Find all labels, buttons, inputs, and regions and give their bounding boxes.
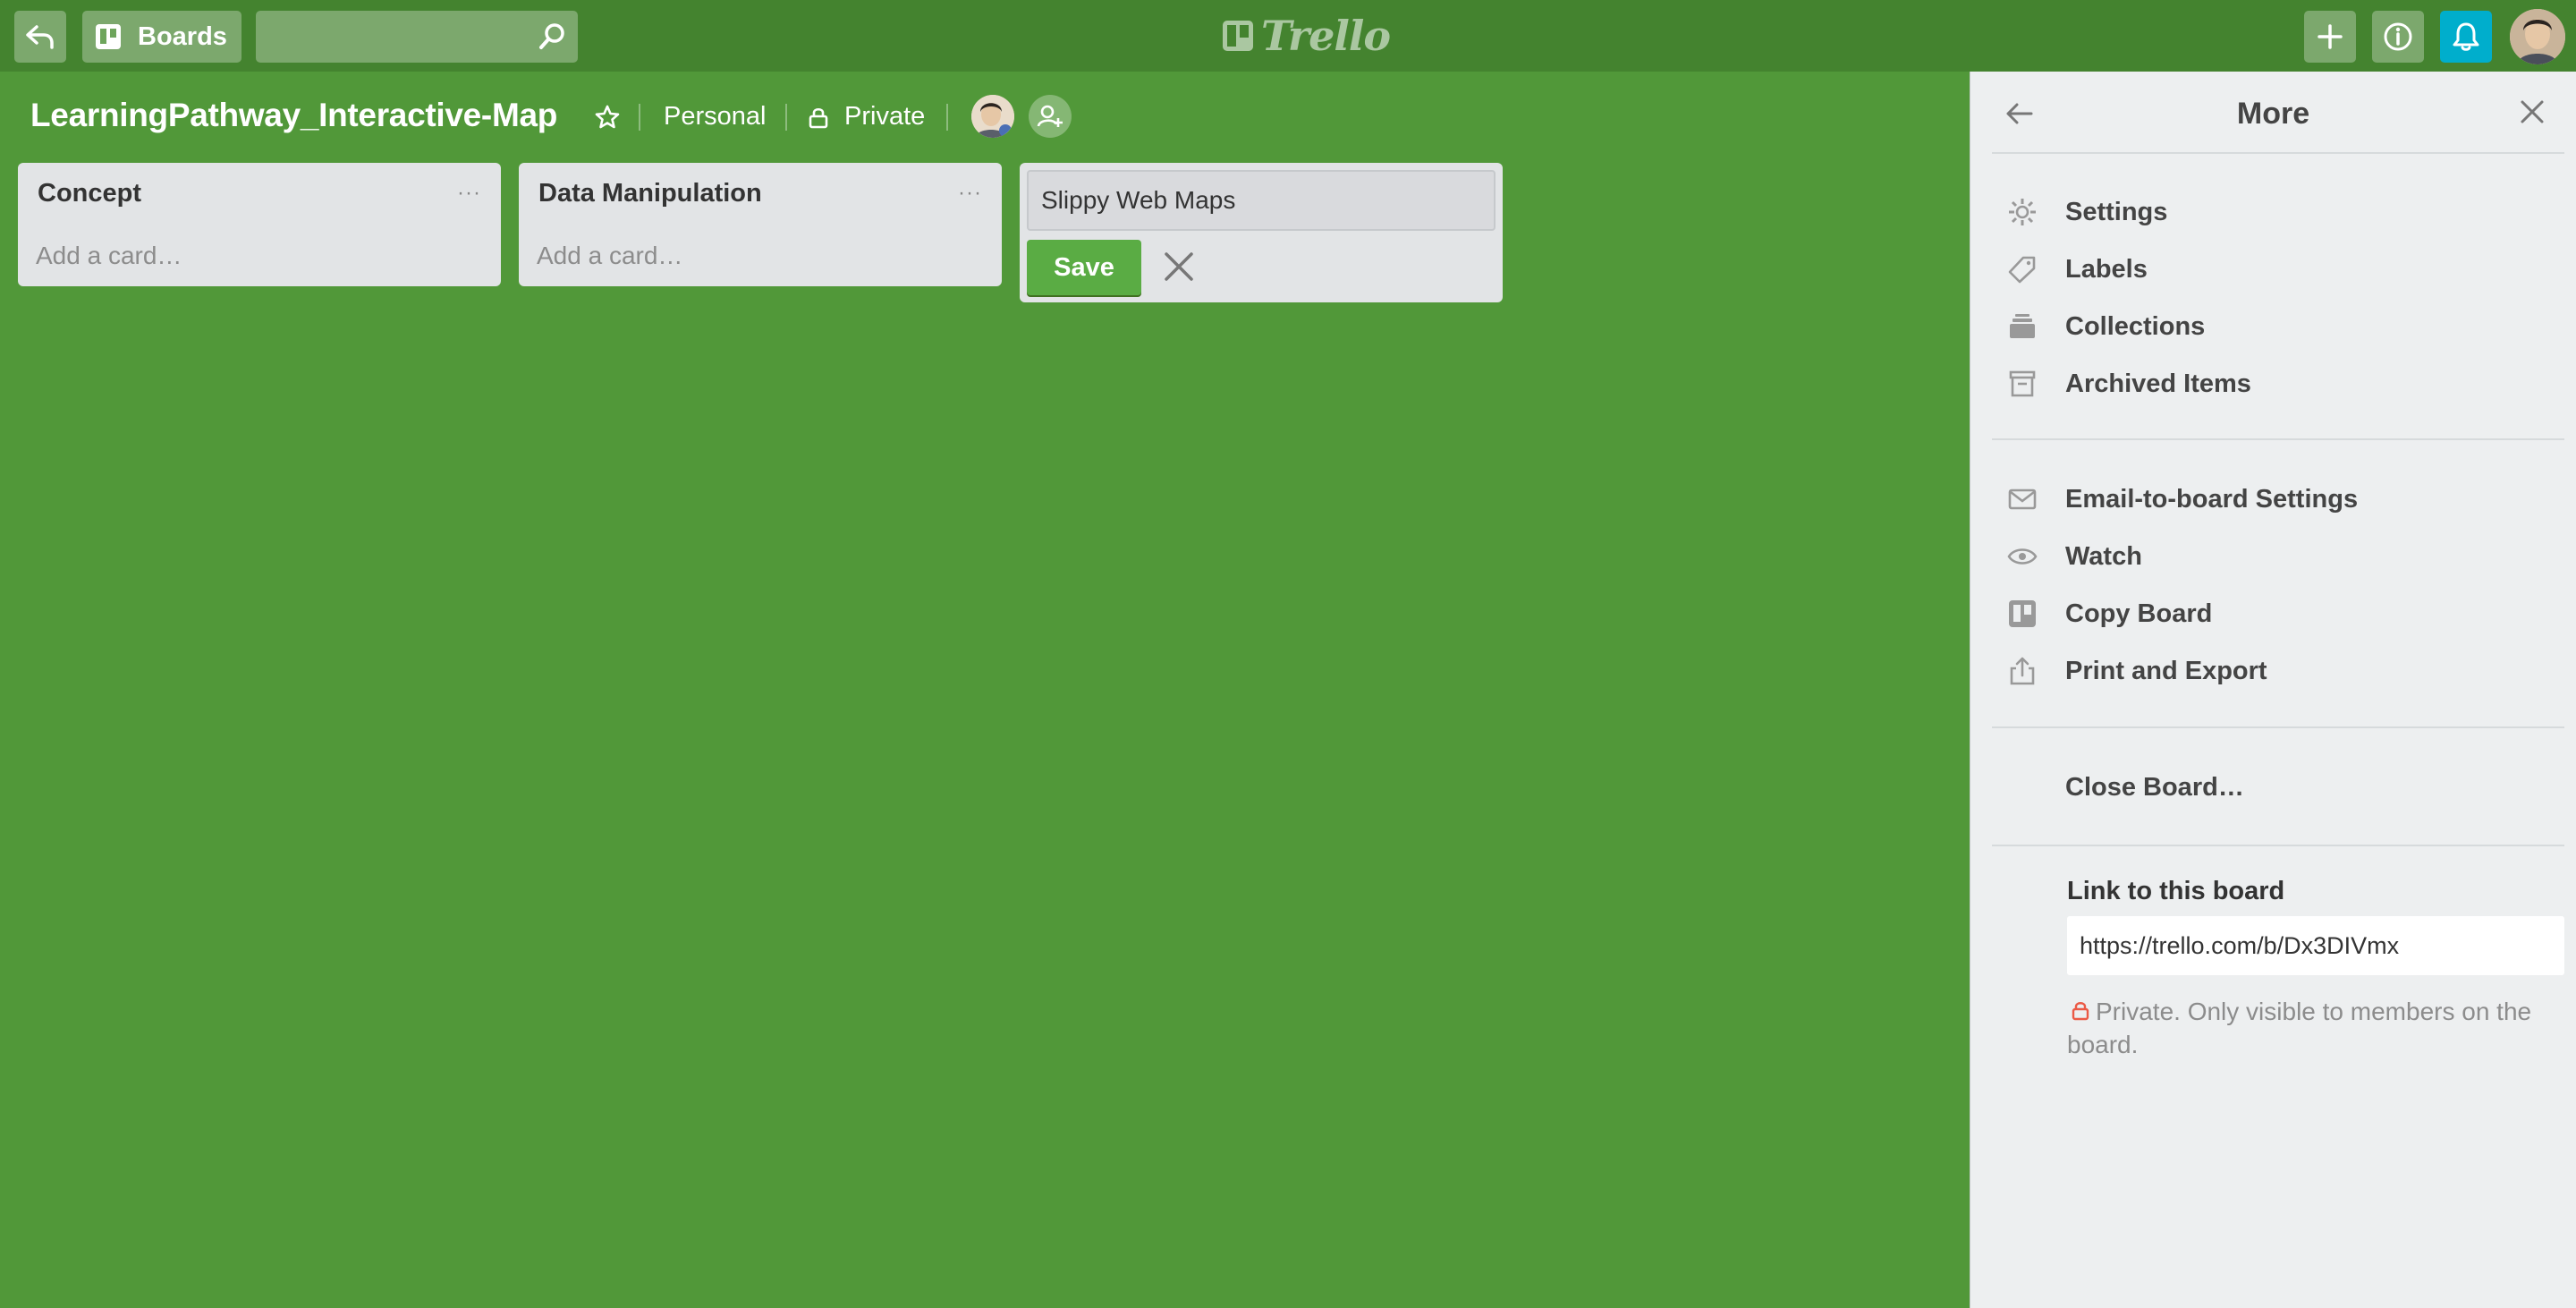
- plus-icon: [2318, 24, 2343, 49]
- menu-item-label: Settings: [2065, 197, 2168, 226]
- more-menu-panel: More Settings Labels Collections Archive…: [1970, 72, 2576, 1308]
- close-icon[interactable]: [1163, 251, 1195, 283]
- add-member-button[interactable]: [1029, 95, 1072, 138]
- share-icon: [2004, 653, 2040, 689]
- list-title[interactable]: Data Manipulation: [538, 179, 762, 208]
- gear-icon: [2004, 194, 2040, 230]
- list-menu-button[interactable]: ···: [958, 181, 982, 206]
- board-title[interactable]: LearningPathway_Interactive-Map: [30, 97, 557, 134]
- menu-item-watch[interactable]: Watch: [1992, 531, 2564, 582]
- archive-icon: [2004, 366, 2040, 402]
- board-link-field[interactable]: [2067, 916, 2564, 975]
- list-name-input[interactable]: [1027, 170, 1496, 231]
- boards-icon: [96, 24, 121, 49]
- logo-text: Trello: [1261, 12, 1391, 60]
- boards-button[interactable]: Boards: [82, 11, 242, 63]
- mail-icon: [2004, 481, 2040, 517]
- top-header: Boards Trello: [0, 0, 2576, 72]
- menu-item-settings[interactable]: Settings: [1992, 187, 2564, 237]
- menu-item-print-export[interactable]: Print and Export: [1992, 646, 2564, 696]
- avatar-image: [2510, 9, 2565, 64]
- board-visibility[interactable]: Private: [844, 102, 925, 132]
- boards-label: Boards: [138, 21, 227, 51]
- menu-item-label: Copy Board: [2065, 599, 2213, 628]
- back-icon: [26, 25, 54, 49]
- menu-item-label: Close Board…: [2065, 772, 2244, 802]
- notifications-button[interactable]: [2440, 11, 2492, 63]
- divider: [1992, 845, 2564, 846]
- menu-item-label: Labels: [2065, 254, 2148, 284]
- menu-item-label: Watch: [2065, 541, 2142, 571]
- header-divider: [946, 104, 948, 131]
- link-section-title: Link to this board: [2067, 877, 2285, 905]
- add-member-icon: [1037, 105, 1063, 127]
- list-menu-button[interactable]: ···: [457, 181, 481, 206]
- lock-icon: [809, 107, 828, 129]
- add-card-button[interactable]: Add a card…: [537, 242, 682, 270]
- copy-board-icon: [2004, 596, 2040, 632]
- back-button[interactable]: [14, 11, 66, 63]
- search-box: [256, 11, 578, 63]
- search-icon[interactable]: [537, 21, 567, 52]
- menu-item-close-board[interactable]: Close Board…: [1992, 762, 2564, 812]
- menu-item-label: Archived Items: [2065, 369, 2251, 398]
- bell-icon: [2453, 22, 2479, 51]
- add-list-form: Save: [1020, 163, 1503, 302]
- avatar-image: [971, 95, 1014, 138]
- privacy-note: Private. Only visible to members on the …: [2067, 995, 2564, 1061]
- add-button[interactable]: [2304, 11, 2356, 63]
- menu-item-label: Email-to-board Settings: [2065, 484, 2359, 514]
- lock-icon: [2072, 1002, 2089, 1021]
- header-divider: [785, 104, 787, 131]
- menu-item-email-to-board[interactable]: Email-to-board Settings: [1992, 474, 2564, 524]
- privacy-note-text: Private. Only visible to members on the …: [2067, 998, 2532, 1058]
- divider: [1992, 152, 2564, 154]
- list-title[interactable]: Concept: [38, 179, 141, 208]
- collections-icon: [2004, 309, 2040, 344]
- menu-item-labels[interactable]: Labels: [1992, 244, 2564, 294]
- star-icon[interactable]: [594, 104, 621, 131]
- menu-item-copy-board[interactable]: Copy Board: [1992, 589, 2564, 639]
- add-card-button[interactable]: Add a card…: [36, 242, 182, 270]
- menu-item-label: Print and Export: [2065, 656, 2267, 685]
- menu-item-label: Collections: [2065, 311, 2206, 341]
- list-concept: Concept ··· Add a card…: [18, 163, 501, 286]
- header-divider: [639, 104, 640, 131]
- label-icon: [2004, 251, 2040, 287]
- user-avatar[interactable]: [2510, 9, 2565, 64]
- divider: [1992, 438, 2564, 440]
- panel-title: More: [2236, 97, 2310, 131]
- close-icon[interactable]: [2519, 98, 2546, 125]
- info-button[interactable]: [2372, 11, 2424, 63]
- eye-icon: [2004, 539, 2040, 574]
- board-team[interactable]: Personal: [664, 102, 766, 132]
- trello-logo[interactable]: Trello: [1222, 12, 1391, 60]
- trello-logo-icon: [1223, 21, 1253, 51]
- menu-item-archived-items[interactable]: Archived Items: [1992, 359, 2564, 409]
- search-input[interactable]: [256, 11, 578, 63]
- divider: [1992, 726, 2564, 728]
- info-icon: [2384, 22, 2412, 51]
- member-avatar[interactable]: [971, 95, 1014, 138]
- save-button[interactable]: Save: [1027, 240, 1141, 295]
- menu-item-collections[interactable]: Collections: [1992, 302, 2564, 352]
- list-data-manipulation: Data Manipulation ··· Add a card…: [519, 163, 1002, 286]
